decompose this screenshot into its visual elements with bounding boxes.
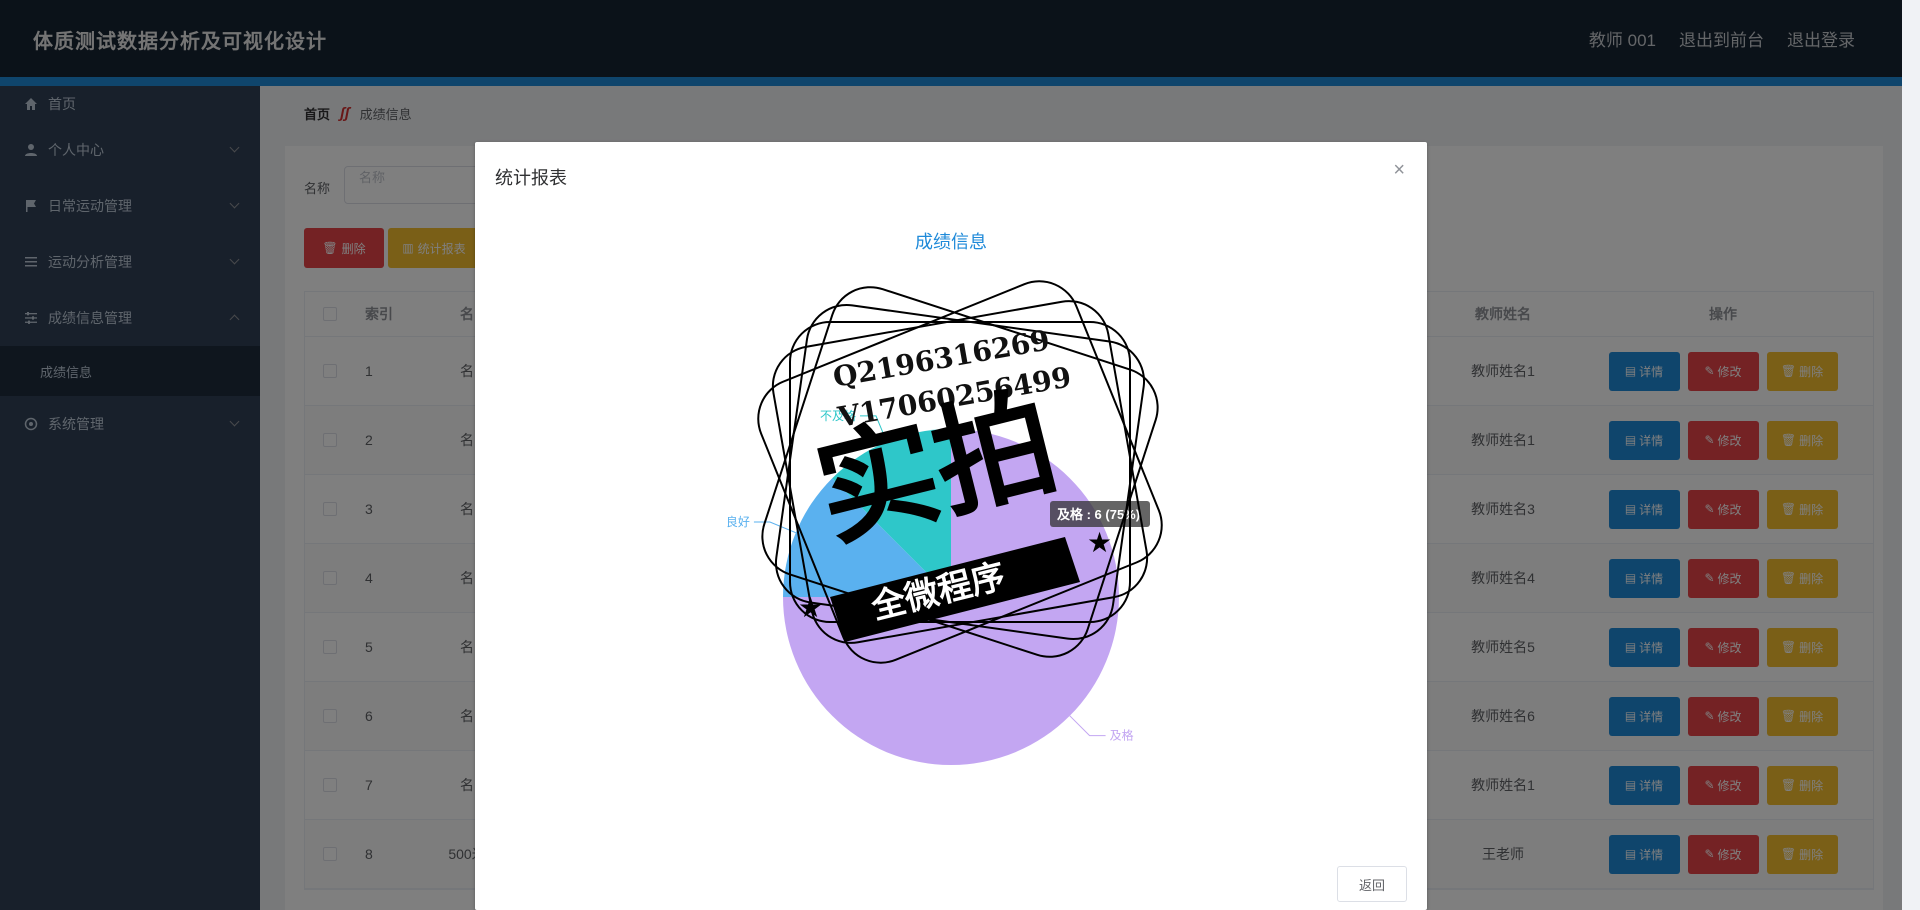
pie-chart: 及格良好不及格及格 : 6 (75%)Q2196316269V170602564… (726, 280, 1163, 765)
pie-label-1: 良好 (726, 514, 750, 529)
pie-label-0: 及格 (1110, 728, 1134, 743)
watermark-star-right: ★ (1087, 527, 1112, 558)
watermark-star-left: ★ (798, 592, 823, 623)
back-button[interactable]: 返回 (1337, 866, 1407, 902)
stats-report-dialog: 统计报表 × 成绩信息 及格 良好 不及格 及格 : 6 (75%) Q21963162… (475, 142, 1427, 910)
pie-label-line-0 (1069, 715, 1106, 737)
